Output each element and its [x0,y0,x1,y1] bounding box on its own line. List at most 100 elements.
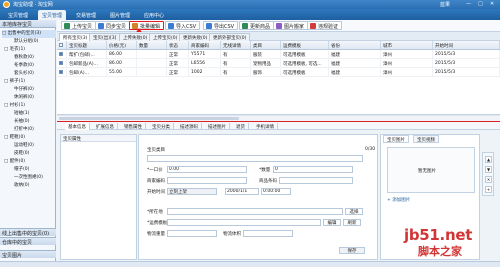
table-header[interactable]: 商家编码 [189,41,221,50]
table-cell: 漳州 [381,68,433,77]
update-item-button[interactable]: 更新商品 [239,21,275,30]
table-header[interactable]: 数量 [137,41,167,50]
tab-returns[interactable]: 退货 [233,123,249,130]
table-header[interactable]: 开始时间 [433,41,500,50]
table-row-check[interactable] [57,68,67,77]
toolbar: 上传宝贝 同步宝贝 批量编辑 导入CSV 导出CSV 更新商品 图片搬家 违规验… [57,20,500,32]
tab-all-items[interactable]: 所有宝贝(3) [59,33,92,41]
save-button[interactable]: 保存 [339,247,365,254]
table-cell: 福建 [329,50,381,59]
move-down-icon[interactable]: ▼ [485,166,492,173]
tab-extended-info[interactable]: 扩展信息 [93,123,118,130]
sidebar-item[interactable]: □ 毛衣(1) [4,46,58,54]
start-time-input[interactable]: 0:00:00 [261,188,291,195]
location-select-button[interactable]: 选择 [345,208,363,215]
update-item-label: 更新商品 [250,24,271,30]
table-cell[interactable]: 包邮新品(A)... [67,59,107,68]
sidebar-warehouse-items[interactable]: 仓库中的宝贝 [0,237,56,246]
sidebar-item[interactable]: □ 裤子(1) [4,78,58,86]
volume-input[interactable] [243,230,293,237]
app-logo-icon [3,1,10,8]
import-csv-button[interactable]: 导入CSV [165,21,201,30]
table-cell[interactable]: 包邮(A)... [67,68,107,77]
scrollbar-thumb[interactable] [59,117,239,120]
tab-mobile-details[interactable]: 手机详情 [253,123,278,130]
tab-item-images[interactable]: 宝贝图片 [383,135,409,143]
barcode-label: 商品条码 [259,179,277,184]
table-row-check[interactable] [57,59,67,68]
upload-item-button[interactable]: 上传宝贝 [61,21,97,30]
delete-icon[interactable]: ✕ [485,176,492,183]
tab-update-external[interactable]: 更新外部宝贝(0) [209,33,251,41]
violation-check-button[interactable]: 违规验证 [307,21,343,30]
user-name[interactable]: 蓝果 [440,1,450,8]
price-input[interactable]: 0.00 [167,166,247,173]
table-cell: 宠物用品 [251,59,281,68]
barcode-input[interactable] [279,177,353,184]
tab-items-out[interactable]: 宝贝(出)[3] [89,33,121,41]
table-header[interactable]: 宝贝标题 [67,41,107,50]
table-scrollbar[interactable] [57,115,500,120]
table-row-check[interactable] [57,50,67,59]
start-date-input[interactable]: 2000/1/1 [225,188,259,195]
tab-item-video[interactable]: 宝贝视频 [413,135,439,143]
row-checkbox[interactable] [59,61,63,65]
title-input[interactable] [147,155,363,162]
status-bar [0,261,500,267]
table-header-check[interactable] [57,41,67,50]
image-preview[interactable]: 暂无图片 [387,147,475,193]
table-header[interactable]: 状态 [167,41,189,50]
sidebar-item[interactable]: □ 鞋靴(0) [4,134,58,142]
table-header[interactable]: 无线详情 [221,41,251,50]
table-header[interactable]: 省份 [329,41,381,50]
tab-sales-attributes[interactable]: 销售属性 [121,123,146,130]
sidebar-item[interactable]: □ 配件(0) [4,158,58,166]
merchant-code-input[interactable] [167,177,247,184]
tab-desc-source[interactable]: 描述源码 [177,123,202,130]
add-icon[interactable]: + [485,186,492,193]
sidebar-item[interactable]: □ 出售中的宝贝(3) [2,30,56,38]
shipping-edit-button[interactable]: 编辑 [323,219,341,226]
tab-basic-info[interactable]: 基本信息 [65,123,90,130]
start-mode-select[interactable]: 立刻上架 [167,188,217,195]
export-csv-button[interactable]: 导出CSV [203,21,239,30]
table-header[interactable]: 类目 [251,41,281,50]
sidebar: 本地库存宝贝 □ 出售中的宝贝(3) 默认分组(0) □ 毛衣(1) 春秋款(0… [0,20,56,267]
sidebar-bottom-images[interactable]: 宝贝图片 [0,250,56,259]
sidebar-header[interactable]: 本地库存宝贝 [0,20,56,28]
menu-tab-items[interactable]: 宝贝管理 [38,10,67,20]
tab-item-category[interactable]: 宝贝分类 [149,123,174,130]
menu-tab-home[interactable]: 宝贝管理 [4,10,32,20]
row-checkbox[interactable] [59,70,63,74]
move-up-icon[interactable]: ▲ [485,156,492,163]
table-cell[interactable]: 帮扩(包邮)... [67,50,107,59]
tab-update-failed[interactable]: 更新失败(0) [179,33,212,41]
tab-upload-items[interactable]: 上传宝贝(0) [149,33,182,41]
maximize-button[interactable]: □ [478,1,483,7]
sync-item-button[interactable]: 同步宝贝 [95,21,131,30]
table-header[interactable]: 城市 [381,41,433,50]
sidebar-online-items[interactable]: 线上出售中的宝贝(0) [0,228,56,237]
location-input[interactable] [167,208,343,215]
tab-desc-images[interactable]: 描述图片 [205,123,230,130]
sidebar-item[interactable]: □ 衬衫(1) [4,102,58,110]
table-cell [137,68,167,77]
quantity-input[interactable]: 0 [273,166,353,173]
menu-tab-apps[interactable]: 应用中心 [140,10,168,20]
menu-tab-trade[interactable]: 交易管理 [72,10,100,20]
export-icon [206,23,212,29]
image-move-button[interactable]: 图片搬家 [273,21,309,30]
tab-upload-failed[interactable]: 上传失败(0) [119,33,152,41]
weight-input[interactable] [167,230,217,237]
minimize-button[interactable]: — [466,1,471,7]
menu-tab-images[interactable]: 图片管理 [106,10,134,20]
table-cell: 福建 [329,59,381,68]
table-header[interactable]: 运费模板 [281,41,329,50]
close-button[interactable]: ✕ [490,1,494,7]
shipping-refresh-button[interactable]: 刷新 [343,219,361,226]
row-checkbox[interactable] [59,52,63,56]
add-image-link[interactable]: + 添加图片 [387,197,410,203]
select-all-checkbox[interactable] [59,43,63,47]
shipping-template-select[interactable] [167,219,321,226]
table-header[interactable]: 价格(元) [107,41,137,50]
